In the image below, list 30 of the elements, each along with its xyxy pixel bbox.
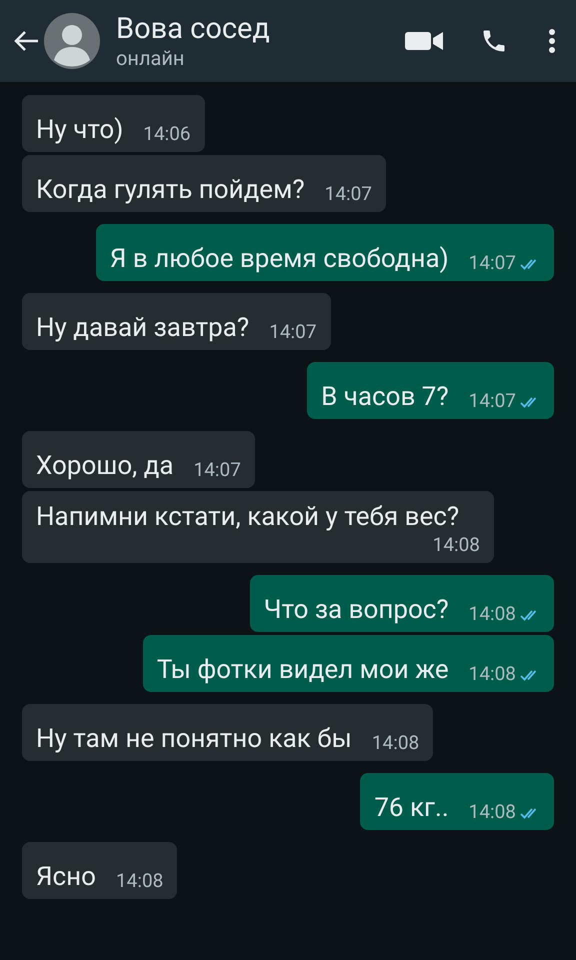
message-time: 14:07 bbox=[324, 182, 372, 206]
contact-name: Вова сосед bbox=[116, 12, 271, 46]
avatar-icon[interactable] bbox=[44, 13, 100, 69]
message-text: Ты фотки видел мои же bbox=[156, 654, 449, 686]
message-time: 14:08 bbox=[372, 731, 420, 755]
message-text: Ну давай завтра? bbox=[36, 312, 250, 344]
message-text: Я в любое время свободна) bbox=[110, 243, 449, 275]
message-time: 14:08 bbox=[468, 662, 516, 686]
message-time: 14:07 bbox=[468, 389, 516, 413]
message-time: 14:06 bbox=[143, 122, 191, 146]
message-text: Хорошо, да bbox=[36, 450, 174, 482]
message-text: Что за вопрос? bbox=[264, 594, 449, 626]
message-text: Когда гулять пойдем? bbox=[36, 174, 305, 206]
message-text: Ясно bbox=[36, 861, 96, 893]
menu-icon[interactable] bbox=[548, 28, 556, 54]
message-time: 14:08 bbox=[468, 602, 516, 626]
message-text: 76 кг.. bbox=[374, 792, 449, 824]
contact-status: онлайн bbox=[116, 46, 186, 70]
back-arrow-icon[interactable] bbox=[12, 29, 40, 53]
message-time: 14:07 bbox=[269, 320, 317, 344]
message-text: Напимни кстати, какой у тебя вес? bbox=[36, 501, 460, 533]
message-time: 14:07 bbox=[194, 458, 241, 482]
message-text: Ну там не понятно как бы bbox=[36, 723, 352, 755]
message-text: Ну что) bbox=[36, 114, 124, 146]
message-time: 14:08 bbox=[468, 800, 516, 824]
message-time: 14:08 bbox=[116, 869, 164, 893]
message-time: 14:07 bbox=[468, 251, 516, 275]
message-text: В часов 7? bbox=[321, 381, 449, 413]
video-call-icon[interactable] bbox=[404, 29, 444, 53]
message-time: 14:08 bbox=[432, 533, 480, 557]
